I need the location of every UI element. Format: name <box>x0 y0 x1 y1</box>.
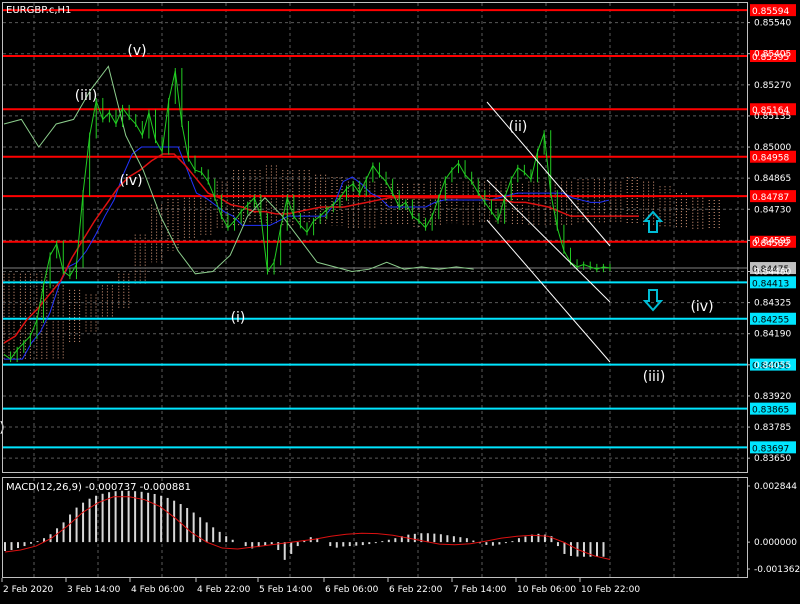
chart-title: EURGBP.c,H1 <box>6 5 71 16</box>
level-label: 0.83865 <box>752 406 789 416</box>
level-label: 0.84787 <box>752 193 789 203</box>
wave-label: (i) <box>231 310 246 326</box>
x-tick-label: 4 Feb 22:00 <box>197 585 251 595</box>
chart-window: 0.85594 0.85395 0.85164 0.84958 0.84787 0.845… <box>0 0 800 600</box>
x-tick-label: 4 Feb 06:00 <box>131 585 185 595</box>
x-tick-label: 6 Feb 06:00 <box>325 585 379 595</box>
x-tick-label: 2 Feb 2020 <box>3 585 54 595</box>
wave-label: (iv) <box>690 299 713 315</box>
x-tick-label: 3 Feb 14:00 <box>67 585 121 595</box>
level-label: 0.83697 <box>752 444 789 454</box>
y-tick-label: 0.84055 <box>754 361 791 371</box>
wave-label: (v) <box>127 43 146 59</box>
level-label: 0.84255 <box>752 316 789 326</box>
wave-label: (iv) <box>119 173 142 189</box>
y-tick-label: 0.83650 <box>754 454 791 464</box>
y-tick-label: 0.85405 <box>754 50 791 60</box>
y-tick-label: 0.84730 <box>754 205 791 215</box>
price-axis: 0.85540 0.85405 0.85270 0.85135 0.85000 0.848… <box>747 19 791 464</box>
wave-label: (ii) <box>509 119 528 135</box>
y-tick-label: 0.85135 <box>754 112 791 122</box>
y-tick-label: 0.85540 <box>754 19 791 29</box>
macd-title: MACD(12,26,9) -0.000737 -0.000881 <box>6 482 191 493</box>
level-label: 0.84958 <box>752 154 789 164</box>
eurgbp-chart[interactable]: 0.855940.853950.851640.849580.847870.845… <box>0 0 800 600</box>
x-tick-label: 7 Feb 14:00 <box>453 585 507 595</box>
macd-y-tick-label: -0.001362 <box>754 565 800 575</box>
chart-background <box>0 0 800 600</box>
x-tick-label: 10 Feb 06:00 <box>517 585 576 595</box>
y-tick-label: 0.84460 <box>754 267 791 277</box>
x-tick-label: 6 Feb 22:00 <box>389 585 443 595</box>
y-tick-label: 0.84595 <box>754 236 791 246</box>
x-tick-label: 10 Feb 22:00 <box>581 585 640 595</box>
macd-y-tick-label: 0.002844 <box>754 482 797 492</box>
y-tick-label: 0.83785 <box>754 423 791 433</box>
x-tick-label: 5 Feb 14:00 <box>259 585 313 595</box>
y-tick-label: 0.84865 <box>754 174 791 184</box>
macd-y-tick-label: 0.000000 <box>754 538 797 548</box>
level-label: 0.84413 <box>752 279 789 289</box>
y-tick-label: 0.85270 <box>754 81 791 91</box>
wave-label: (iii) <box>643 369 666 385</box>
wave-label: (iii) <box>75 88 98 104</box>
y-tick-label: 0.84325 <box>754 299 791 309</box>
y-tick-label: 0.83920 <box>754 392 791 402</box>
level-label: 0.85594 <box>752 7 789 17</box>
y-tick-label: 0.85000 <box>754 143 791 153</box>
y-tick-label: 0.84190 <box>754 330 791 340</box>
